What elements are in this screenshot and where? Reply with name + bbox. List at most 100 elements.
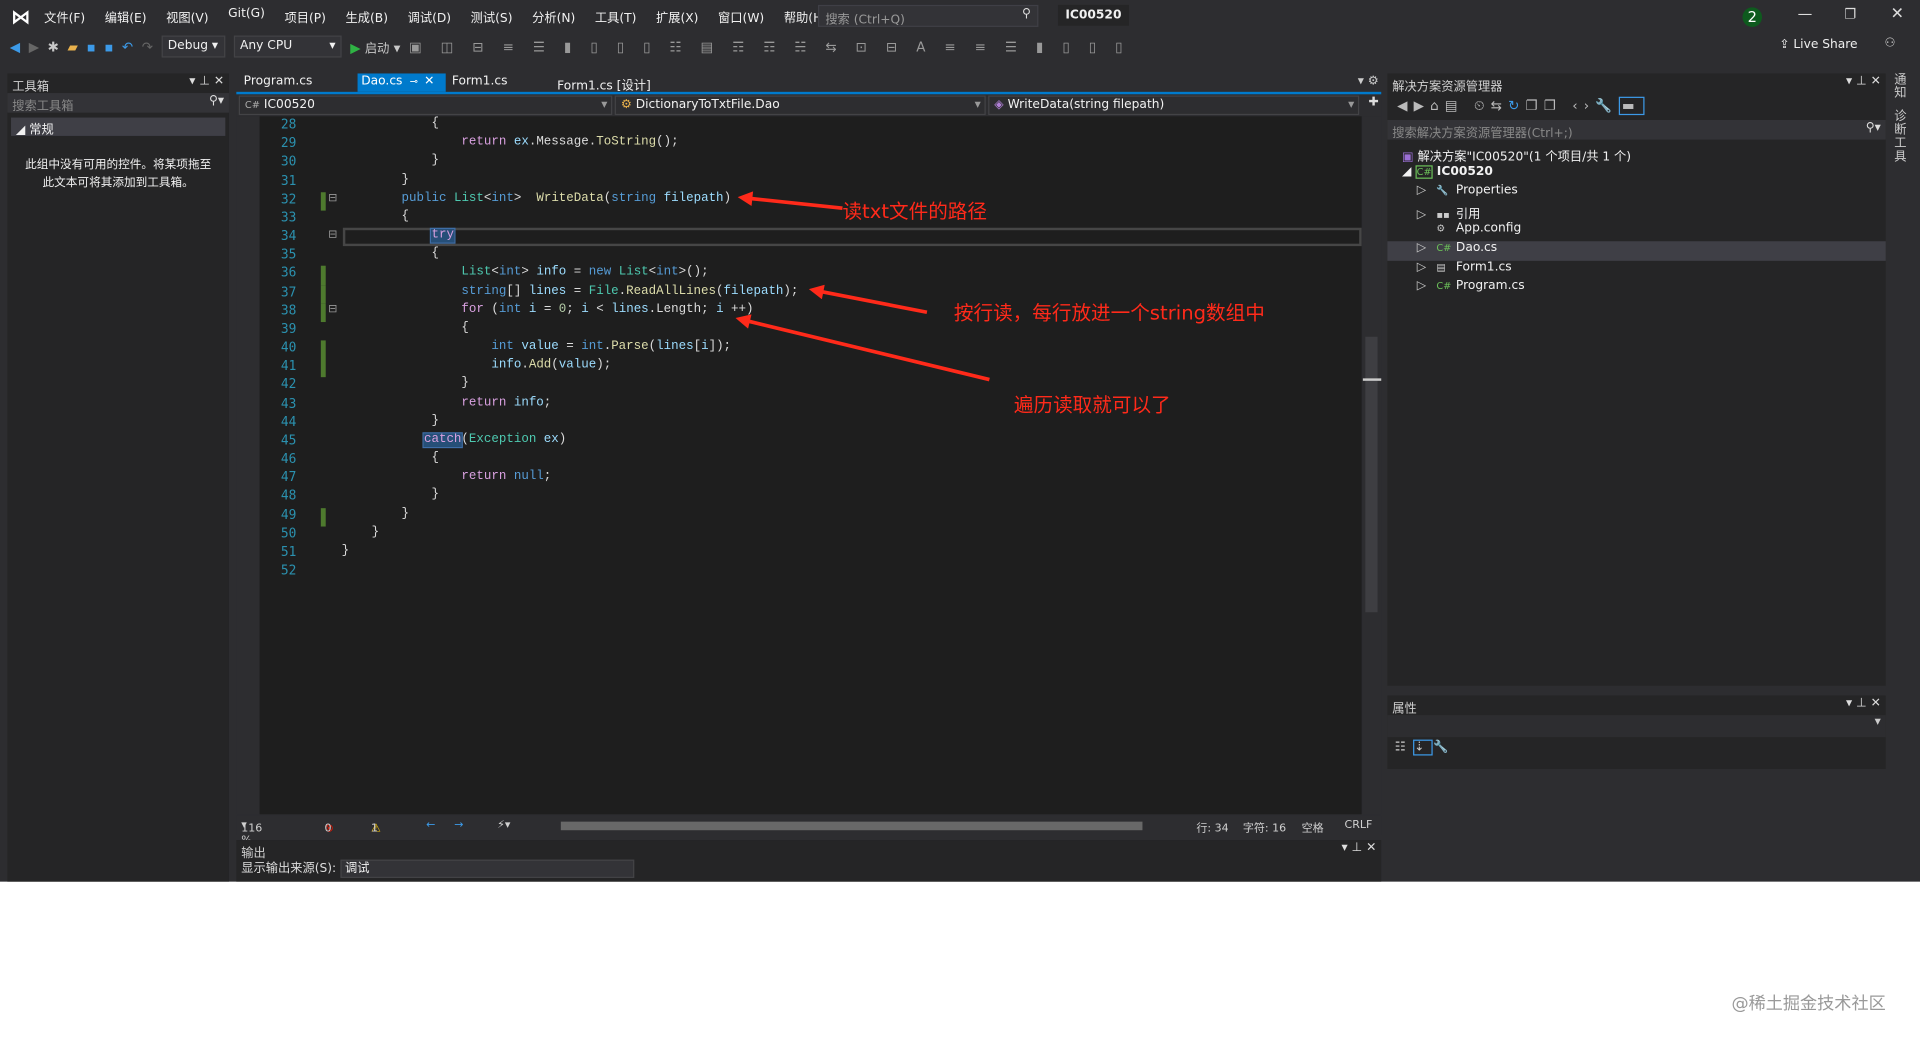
tree-item[interactable]: ⚙ App.config (1387, 222, 1885, 241)
menu-item[interactable]: 文件(F) (44, 7, 85, 25)
tree-item[interactable]: ▷ 🔧 Properties (1387, 184, 1885, 203)
tab-form1-cs[interactable]: Form1.cs (447, 73, 512, 91)
code-line[interactable]: int value = int.Parse(lines[i]); (342, 340, 731, 353)
code-line[interactable]: public List<int> WriteData(string filepa… (342, 192, 732, 205)
toolbox-search-input[interactable]: 搜索工具箱 ⚲▾ (7, 93, 229, 114)
solution-explorer-toolbar[interactable]: ◀▶⌂▤ ⏲⇆↻❐❐ ‹›🔧 ▬ (1387, 93, 1885, 120)
properties-window-controls[interactable]: ▾ ⊥ ✕ (1846, 697, 1881, 710)
code-line[interactable]: for (int i = 0; i < lines.Length; i ++) (342, 303, 753, 316)
menu-item[interactable]: 项目(P) (285, 7, 326, 25)
start-button[interactable]: ▶ 启动 ▾ (350, 37, 400, 56)
code-line[interactable]: return info; (342, 396, 551, 409)
tree-item[interactable]: ▷ C# Dao.cs (1387, 241, 1886, 261)
feedback-icon[interactable]: ⚇ (1885, 37, 1896, 50)
code-line[interactable]: { (342, 322, 469, 335)
nav-back-icon[interactable]: ← (426, 819, 435, 831)
expand-arrow-icon[interactable]: ▷ (1417, 260, 1437, 273)
code-line[interactable]: { (342, 248, 439, 261)
fold-toggle-icon[interactable]: ⊟ (328, 229, 337, 241)
expand-arrow-icon[interactable]: ▷ (1417, 279, 1437, 292)
code-line[interactable]: List<int> info = new List<int>(); (342, 266, 708, 279)
expand-arrow-icon[interactable] (1417, 222, 1437, 235)
code-line[interactable]: { (342, 452, 439, 465)
menu-item[interactable]: 生成(B) (346, 7, 388, 25)
menu-item[interactable]: 测试(S) (471, 7, 513, 25)
live-share-button[interactable]: ⇪ Live Share (1779, 38, 1857, 51)
save-icon[interactable]: ▪ (86, 39, 95, 55)
expand-arrow-icon[interactable]: ▷ (1417, 208, 1437, 221)
back-icon[interactable]: ◀ (10, 39, 20, 55)
properties-object-dropdown[interactable]: ▾ (1387, 715, 1886, 738)
toolbox-group-general[interactable]: ◢ 常规 (11, 117, 226, 137)
tab-form1-designer[interactable]: Form1.cs [设计] (552, 73, 655, 93)
properties-toolbar[interactable]: ☷⇣🔧 (1387, 737, 1885, 758)
vertical-scrollbar[interactable] (1362, 116, 1382, 815)
spaces-indicator[interactable]: 空格 (1302, 819, 1324, 835)
code-line[interactable]: { (342, 210, 410, 223)
menu-item[interactable]: 视图(V) (166, 7, 208, 25)
redo-icon[interactable]: ↷ (142, 39, 153, 55)
code-line[interactable]: } (342, 545, 350, 558)
side-tab-notifications[interactable]: 通知 (1894, 73, 1911, 100)
tab-overflow-icon[interactable]: ▾ ⚙ (1358, 75, 1379, 88)
forward-icon[interactable]: ▶ (29, 39, 39, 55)
open-icon[interactable]: ▰ (68, 39, 78, 55)
minimize-button[interactable]: — (1798, 5, 1813, 22)
code-line[interactable]: catch(Exception ex) (342, 432, 566, 449)
platform-dropdown[interactable]: Any CPU ▾ (233, 35, 342, 58)
code-line[interactable]: return ex.Message.ToString(); (342, 136, 678, 149)
expand-arrow-icon[interactable]: ▷ (1417, 241, 1437, 254)
project-dropdown[interactable]: C# IC00520 ▾ (238, 95, 613, 116)
zoom-dropdown[interactable]: 116 % ▾ (241, 819, 262, 847)
side-tab-diagnostics[interactable]: 诊断工具 (1894, 110, 1911, 164)
menu-item[interactable]: 扩展(X) (656, 7, 698, 25)
config-dropdown[interactable]: Debug ▾ (161, 35, 226, 58)
code-line[interactable]: { (342, 118, 439, 131)
tree-project[interactable]: ◢ C# IC00520 (1387, 164, 1885, 184)
output-window-controls[interactable]: ▾ ⊥ ✕ (1341, 841, 1376, 854)
eol-indicator[interactable]: CRLF (1345, 819, 1373, 831)
code-line[interactable]: } (342, 173, 410, 186)
code-line[interactable]: info.Add(value); (342, 359, 611, 372)
toolbar-misc-icons[interactable]: ▣ ◫ ⊟ ≡ ☰ ▮ ▯ ▯ ▯ ☷ ▤ ☶ ☶ ☵ ⇆ ⊡ ⊟ A ≡ ≡ … (409, 39, 1130, 55)
tree-item[interactable]: ▷ ▤ Form1.cs (1387, 260, 1885, 279)
code-line[interactable]: return null; (342, 470, 551, 483)
nav-forward-icon[interactable]: → (454, 819, 463, 831)
member-dropdown[interactable]: ◈ WriteData(string filepath) ▾ (988, 95, 1360, 116)
output-source-dropdown[interactable]: 调试 (340, 859, 634, 878)
menu-item[interactable]: 调试(D) (408, 7, 451, 25)
code-line[interactable]: } (342, 155, 439, 168)
fold-toggle-icon[interactable]: ⊟ (328, 303, 337, 315)
class-dropdown[interactable]: ⚙ DictionaryToTxtFile.Dao ▾ (614, 95, 986, 116)
search-input[interactable]: 搜索 (Ctrl+Q) ⚲ (817, 4, 1039, 27)
code-line[interactable]: try (342, 227, 456, 244)
split-icon[interactable]: ✚ (1369, 96, 1379, 109)
solution-explorer-window-controls[interactable]: ▾ ⊥ ✕ (1846, 75, 1881, 88)
solution-search-input[interactable]: 搜索解决方案资源管理器(Ctrl+;) ⚲▾ (1387, 120, 1886, 141)
code-line[interactable]: } (342, 378, 469, 391)
menu-item[interactable]: 分析(N) (532, 7, 575, 25)
close-button[interactable]: ✕ (1891, 5, 1904, 23)
menu-item[interactable]: 工具(T) (595, 7, 637, 25)
expand-arrow-icon[interactable]: ▷ (1417, 184, 1437, 197)
code-editor[interactable]: 28 {29 return ex.Message.ToString(); 30 }… (259, 116, 1362, 815)
horizontal-scrollbar[interactable] (560, 821, 1143, 831)
tab-dao-cs[interactable]: Dao.cs ⊸ ✕ (357, 73, 446, 92)
code-line[interactable]: } (342, 489, 439, 502)
tree-item[interactable]: ▷ C# Program.cs (1387, 279, 1885, 298)
undo-icon[interactable]: ↶ (122, 39, 133, 55)
fold-toggle-icon[interactable]: ⊟ (328, 192, 337, 204)
code-line[interactable]: } (342, 415, 439, 428)
new-project-icon[interactable]: ✱ (48, 39, 59, 55)
toolbox-window-controls[interactable]: ▾ ⊥ ✕ (189, 75, 224, 88)
code-line[interactable]: } (342, 508, 410, 521)
tab-program-cs[interactable]: Program.cs (236, 73, 319, 91)
menu-item[interactable]: 窗口(W) (718, 7, 764, 25)
close-tab-icon[interactable]: ✕ (424, 75, 434, 88)
menu-item[interactable]: Git(G) (228, 7, 265, 25)
code-line[interactable]: string[] lines = File.ReadAllLines(filep… (342, 285, 798, 298)
notification-badge[interactable]: 2 (1742, 7, 1763, 27)
tree-solution[interactable]: ▣ 解决方案"IC00520"(1 个项目/共 1 个) (1387, 146, 1885, 165)
code-cleanup-icon[interactable]: ⚡▾ (497, 819, 510, 831)
code-line[interactable]: } (342, 526, 380, 539)
